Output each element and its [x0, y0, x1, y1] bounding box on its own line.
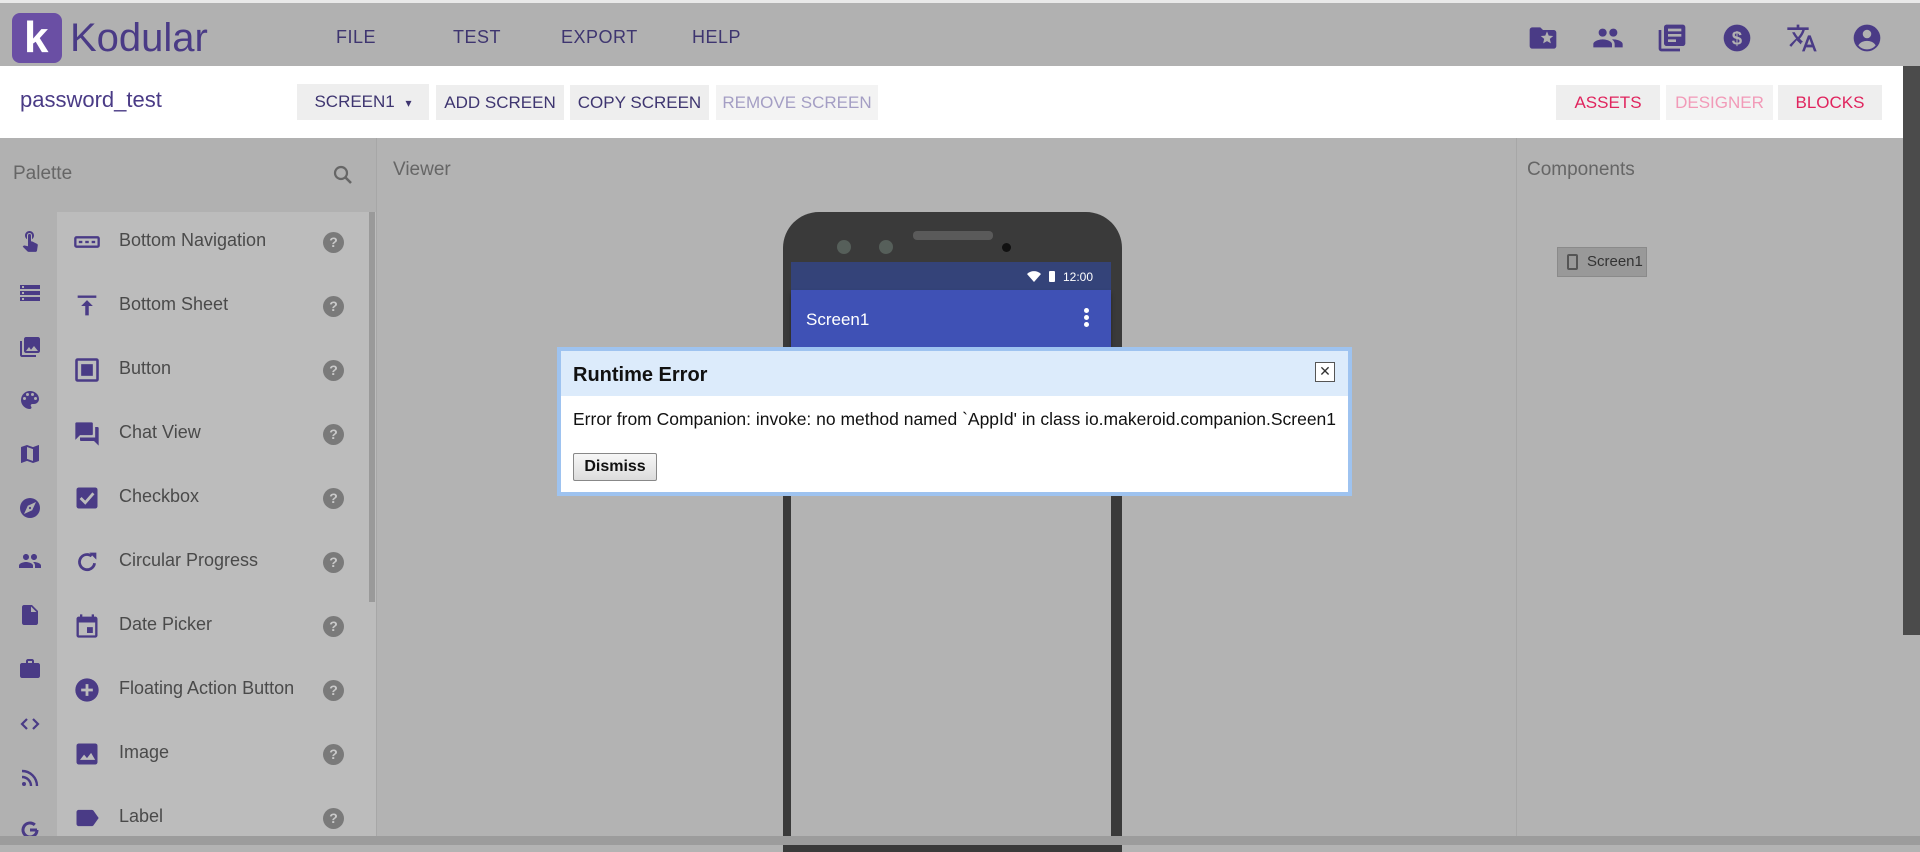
screen-selector[interactable]: SCREEN1 ▾ — [297, 84, 429, 120]
component-label: Screen1 — [1587, 253, 1643, 270]
palette-item-bottom-sheet[interactable]: Bottom Sheet ? — [57, 274, 369, 338]
document-icon[interactable] — [18, 603, 42, 627]
button-icon — [75, 358, 99, 382]
help-icon[interactable]: ? — [323, 296, 344, 317]
overflow-menu-icon[interactable] — [1084, 308, 1089, 330]
code-icon[interactable] — [18, 712, 42, 736]
account-icon[interactable] — [1851, 22, 1883, 54]
palette-item-label: Circular Progress — [119, 550, 259, 570]
storage-icon[interactable] — [18, 281, 42, 305]
component-tree-item-screen1[interactable]: Screen1 — [1557, 247, 1647, 277]
chat-icon — [75, 422, 99, 446]
media-icon[interactable] — [18, 335, 42, 359]
palette-item-image[interactable]: Image ? — [57, 722, 369, 786]
phone-sensor — [879, 240, 893, 254]
add-circle-icon — [75, 678, 99, 702]
project-name: password_test — [20, 87, 162, 112]
palette-item-label: Chat View — [119, 422, 201, 442]
help-icon[interactable]: ? — [323, 488, 344, 509]
page-scrollbar[interactable] — [1903, 66, 1920, 635]
folder-star-icon[interactable] — [1527, 22, 1559, 54]
help-icon[interactable]: ? — [323, 552, 344, 573]
people-icon[interactable] — [1592, 22, 1624, 54]
top-bar — [0, 0, 1920, 66]
remove-screen-button[interactable]: REMOVE SCREEN — [716, 85, 878, 120]
menu-export[interactable]: EXPORT — [561, 27, 638, 48]
briefcase-icon[interactable] — [18, 657, 42, 681]
copy-screen-button[interactable]: COPY SCREEN — [570, 85, 709, 120]
palette-item-checkbox[interactable]: Checkbox ? — [57, 466, 369, 530]
dialog-title: Runtime Error — [573, 364, 708, 386]
translate-icon[interactable] — [1786, 22, 1818, 54]
map-icon[interactable] — [18, 442, 42, 466]
viewer-title: Viewer — [393, 159, 451, 180]
help-icon[interactable]: ? — [323, 424, 344, 445]
components-panel — [1516, 138, 1920, 845]
chevron-down-icon: ▾ — [405, 96, 412, 110]
bottom-sheet-icon — [77, 295, 97, 316]
search-icon[interactable] — [331, 163, 355, 187]
tab-designer[interactable]: DESIGNER — [1666, 85, 1773, 120]
palette-scrollbar[interactable] — [369, 212, 375, 602]
palette-item-circular-progress[interactable]: Circular Progress ? — [57, 530, 369, 594]
palette-item-floating-action-button[interactable]: Floating Action Button ? — [57, 658, 369, 722]
help-icon[interactable]: ? — [323, 360, 344, 381]
wifi-icon — [1027, 271, 1041, 282]
palette-item-label: Date Picker — [119, 614, 213, 634]
palette-item-label: Bottom Sheet — [119, 294, 229, 314]
help-icon[interactable]: ? — [323, 232, 344, 253]
battery-icon — [1049, 271, 1055, 282]
app-name: Kodular — [70, 16, 208, 60]
palette-item-label: Button — [119, 358, 172, 378]
date-picker-icon — [76, 614, 98, 638]
phone-camera — [1002, 243, 1011, 252]
menu-file[interactable]: FILE — [336, 27, 376, 48]
label-icon — [76, 809, 99, 827]
help-icon[interactable]: ? — [323, 744, 344, 765]
palette-item-label: Image — [119, 742, 170, 762]
palette-item-button[interactable]: Button ? — [57, 338, 369, 402]
phone-speaker — [913, 231, 993, 240]
palette-item-label: Floating Action Button — [119, 678, 295, 698]
circular-progress-icon — [78, 552, 97, 572]
svg-text:$: $ — [1732, 28, 1743, 49]
checkbox-icon — [76, 487, 98, 509]
phone-screen-title: Screen1 — [806, 310, 870, 329]
dollar-icon[interactable]: $ — [1721, 22, 1753, 54]
menu-help[interactable]: HELP — [692, 27, 741, 48]
phone-sensor — [837, 240, 851, 254]
compass-icon[interactable] — [18, 496, 42, 520]
image-icon — [76, 743, 98, 765]
palette-item-chat-view[interactable]: Chat View ? — [57, 402, 369, 466]
touch-icon[interactable] — [18, 228, 42, 252]
palette-item-label-text: Label — [119, 806, 164, 826]
close-icon[interactable]: ✕ — [1315, 362, 1335, 382]
people-icon[interactable] — [18, 549, 42, 573]
palette-item-label: Checkbox — [119, 486, 200, 506]
menu-test[interactable]: TEST — [453, 27, 501, 48]
tab-blocks[interactable]: BLOCKS — [1778, 85, 1882, 120]
components-title: Components — [1527, 159, 1635, 180]
palette-item-bottom-navigation[interactable]: Bottom Navigation ? — [57, 210, 369, 274]
palette-title: Palette — [13, 163, 73, 184]
help-icon[interactable]: ? — [323, 680, 344, 701]
library-icon[interactable] — [1656, 22, 1688, 54]
dialog-message: Error from Companion: invoke: no method … — [573, 409, 1337, 429]
screen-selector-label: SCREEN1 — [314, 92, 395, 111]
rss-icon[interactable] — [18, 766, 42, 790]
status-time: 12:00 — [1063, 270, 1094, 284]
logo-letter: k — [24, 13, 49, 62]
phone-icon — [1567, 254, 1578, 270]
bottom-navigation-icon — [74, 236, 100, 248]
palette-item-date-picker[interactable]: Date Picker ? — [57, 594, 369, 658]
help-icon[interactable]: ? — [323, 808, 344, 829]
add-screen-button[interactable]: ADD SCREEN — [436, 85, 564, 120]
palette-item-label: Bottom Navigation — [119, 230, 267, 250]
bottom-scrollbar[interactable] — [0, 836, 1920, 845]
kodular-logo[interactable]: k — [12, 13, 62, 63]
dismiss-button[interactable]: Dismiss — [573, 453, 657, 481]
palette-icon[interactable] — [18, 388, 42, 412]
tab-assets[interactable]: ASSETS — [1556, 85, 1660, 120]
help-icon[interactable]: ? — [323, 616, 344, 637]
